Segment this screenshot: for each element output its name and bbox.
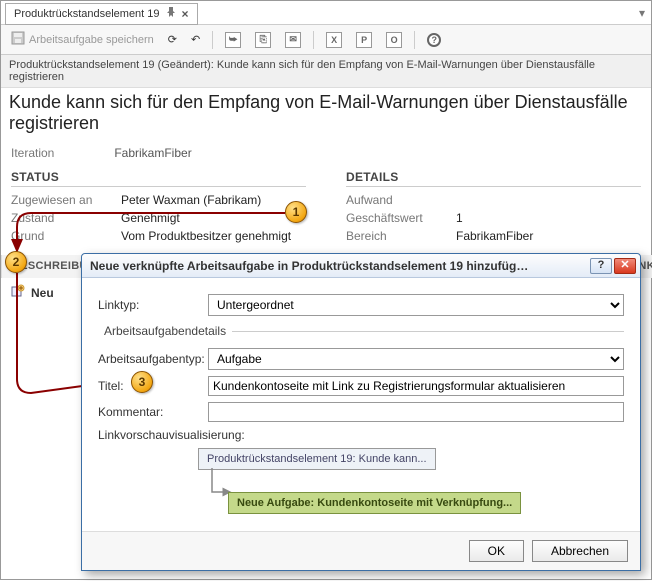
tab-title: Produktrückstandselement 19 [14, 8, 160, 20]
bizvalue-label: Geschäftswert [346, 211, 456, 225]
reason-label: Grund [11, 229, 121, 243]
link-icon: ⮩ [225, 32, 241, 48]
effort-label: Aufwand [346, 193, 456, 207]
details-heading: DETAILS [346, 168, 641, 187]
assigned-value[interactable]: Peter Waxman (Fabrikam) [121, 193, 261, 207]
area-label: Bereich [346, 229, 456, 243]
x-button[interactable]: X [322, 30, 346, 50]
preview-parent-node: Produktrückstandselement 19: Kunde kann.… [198, 448, 436, 470]
dialog-help-button[interactable]: ? [590, 258, 612, 274]
new-item-label[interactable]: Neu [31, 286, 54, 300]
link-button[interactable]: ⮩ [221, 30, 245, 50]
worktype-label: Arbeitsaufgabentyp: [98, 352, 208, 366]
comment-input[interactable] [208, 402, 624, 422]
status-heading: STATUS [11, 168, 306, 187]
link-preview: Produktrückstandselement 19: Kunde kann.… [98, 448, 624, 526]
state-value[interactable]: Genehmigt [121, 211, 180, 225]
save-label: Arbeitsaufgabe speichern [29, 34, 154, 46]
send-icon: ✉ [285, 32, 301, 48]
details-group-title: Arbeitsaufgabendetails [98, 324, 232, 338]
details-section: DETAILS Aufwand Geschäftswert1 BereichFa… [346, 168, 641, 245]
close-icon[interactable]: × [182, 7, 189, 21]
dialog-title: Neue verknüpfte Arbeitsaufgabe in Produk… [90, 259, 530, 273]
page-title: Kunde kann sich für den Empfang von E-Ma… [1, 88, 651, 144]
copy-button[interactable]: ⎘ [251, 30, 275, 50]
undo-icon: ↶ [191, 33, 200, 46]
document-tab-bar: Produktrückstandselement 19 × ▾ [1, 1, 651, 25]
linktype-label: Linktyp: [98, 298, 208, 312]
title-input[interactable] [208, 376, 624, 396]
preview-label: Linkvorschauvisualisierung: [98, 428, 258, 442]
bizvalue-value[interactable]: 1 [456, 211, 463, 225]
p-icon: P [356, 32, 372, 48]
toolbar: Arbeitsaufgabe speichern ⟳ ↶ ⮩ ⎘ ✉ X P O… [1, 25, 651, 55]
callout-1: 1 [285, 201, 307, 223]
refresh-icon: ⟳ [168, 33, 177, 46]
ok-button[interactable]: OK [469, 540, 524, 562]
iteration-row: Iteration FabrikamFiber [1, 144, 651, 162]
refresh-button[interactable]: ⟳ [164, 31, 181, 48]
copy-icon: ⎘ [255, 32, 271, 48]
cancel-button[interactable]: Abbrechen [532, 540, 628, 562]
preview-child-node: Neue Aufgabe: Kundenkontoseite mit Verkn… [228, 492, 521, 514]
send-button[interactable]: ✉ [281, 30, 305, 50]
callout-3: 3 [131, 371, 153, 393]
pin-icon[interactable] [166, 7, 176, 20]
linktype-select[interactable]: Untergeordnet [208, 294, 624, 316]
breadcrumb: Produktrückstandselement 19 (Geändert): … [1, 55, 651, 88]
p-button[interactable]: P [352, 30, 376, 50]
dialog-close-button[interactable]: ✕ [614, 258, 636, 274]
callout-2: 2 [5, 251, 27, 273]
help-icon: ? [427, 33, 441, 47]
dialog-titlebar[interactable]: Neue verknüpfte Arbeitsaufgabe in Produk… [82, 254, 640, 278]
new-item-icon [11, 284, 25, 301]
status-section: STATUS Zugewiesen anPeter Waxman (Fabrik… [11, 168, 306, 245]
o-icon: O [386, 32, 402, 48]
iteration-label: Iteration [11, 146, 111, 160]
help-button[interactable]: ? [423, 31, 445, 49]
tab-dropdown-icon[interactable]: ▾ [639, 6, 651, 20]
o-button[interactable]: O [382, 30, 406, 50]
assigned-label: Zugewiesen an [11, 193, 121, 207]
worktype-select[interactable]: Aufgabe [208, 348, 624, 370]
state-label: Zustand [11, 211, 121, 225]
new-linked-work-item-dialog: Neue verknüpfte Arbeitsaufgabe in Produk… [81, 253, 641, 571]
undo-button[interactable]: ↶ [187, 31, 204, 48]
reason-value[interactable]: Vom Produktbesitzer genehmigt [121, 229, 291, 243]
document-tab[interactable]: Produktrückstandselement 19 × [5, 3, 198, 25]
save-button[interactable]: Arbeitsaufgabe speichern [7, 29, 158, 50]
x-icon: X [326, 32, 342, 48]
title-label: Titel: [98, 379, 208, 393]
iteration-value[interactable]: FabrikamFiber [114, 146, 191, 160]
disk-icon [11, 31, 25, 48]
area-value[interactable]: FabrikamFiber [456, 229, 533, 243]
comment-label: Kommentar: [98, 405, 208, 419]
